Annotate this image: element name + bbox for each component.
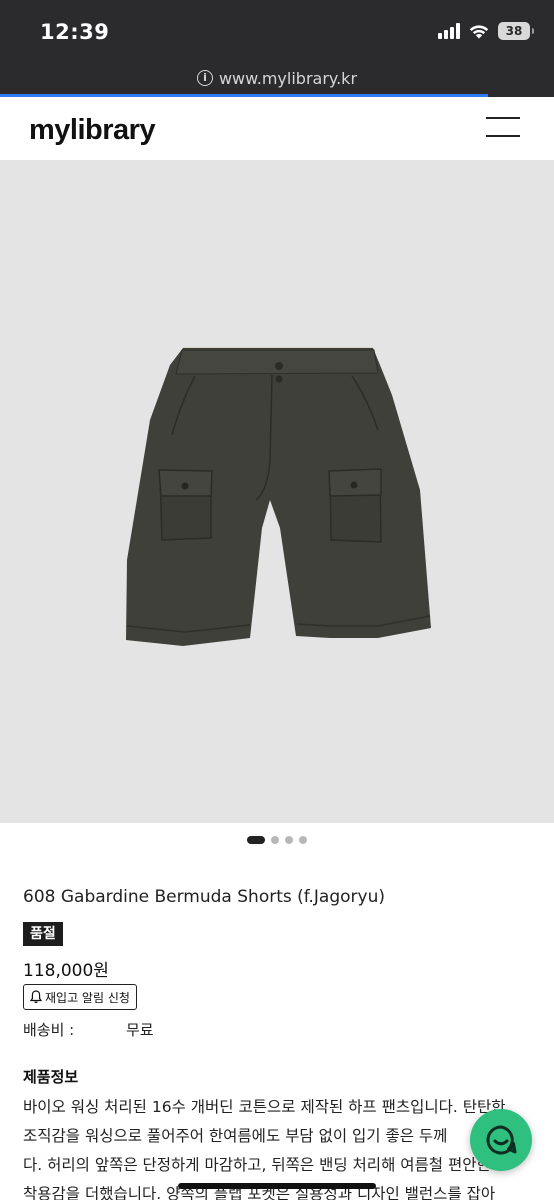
chat-icon xyxy=(486,1125,517,1155)
carousel-dot[interactable] xyxy=(299,836,307,844)
carousel-dot[interactable] xyxy=(247,836,265,844)
address-bar[interactable]: i www.mylibrary.kr xyxy=(0,62,554,94)
shorts-illustration xyxy=(126,347,431,646)
site-logo[interactable]: mylibrary xyxy=(29,114,156,147)
product-price: 118,000원 xyxy=(23,961,109,981)
carousel-dot[interactable] xyxy=(271,836,279,844)
url-text[interactable]: www.mylibrary.kr xyxy=(219,69,357,88)
wifi-icon xyxy=(469,25,489,39)
shipping-label: 배송비 : xyxy=(23,1021,75,1039)
status-icons: 38 xyxy=(438,22,534,40)
carousel-indicator[interactable] xyxy=(0,836,554,844)
carousel-dot[interactable] xyxy=(285,836,293,844)
status-bar: 12:39 38 xyxy=(0,0,554,62)
product-title: 608 Gabardine Bermuda Shorts (f.Jagoryu) xyxy=(23,887,385,907)
home-indicator[interactable] xyxy=(178,1183,376,1189)
sold-out-badge: 품절 xyxy=(23,922,63,946)
restock-alert-button[interactable]: 재입고 알림 신청 xyxy=(23,984,137,1010)
description-heading: 제품정보 xyxy=(23,1068,79,1086)
battery-icon: 38 xyxy=(498,22,534,40)
site-header: mylibrary xyxy=(0,97,554,160)
product-image[interactable] xyxy=(0,160,554,823)
shipping-value: 무료 xyxy=(126,1021,154,1039)
restock-alert-label[interactable]: 재입고 알림 신청 xyxy=(45,989,130,1006)
hamburger-menu-icon[interactable] xyxy=(486,117,520,137)
chat-button[interactable] xyxy=(470,1109,532,1171)
bell-icon xyxy=(30,990,42,1004)
signal-icon xyxy=(438,23,460,39)
info-icon[interactable]: i xyxy=(196,70,213,86)
status-time: 12:39 xyxy=(40,20,110,44)
